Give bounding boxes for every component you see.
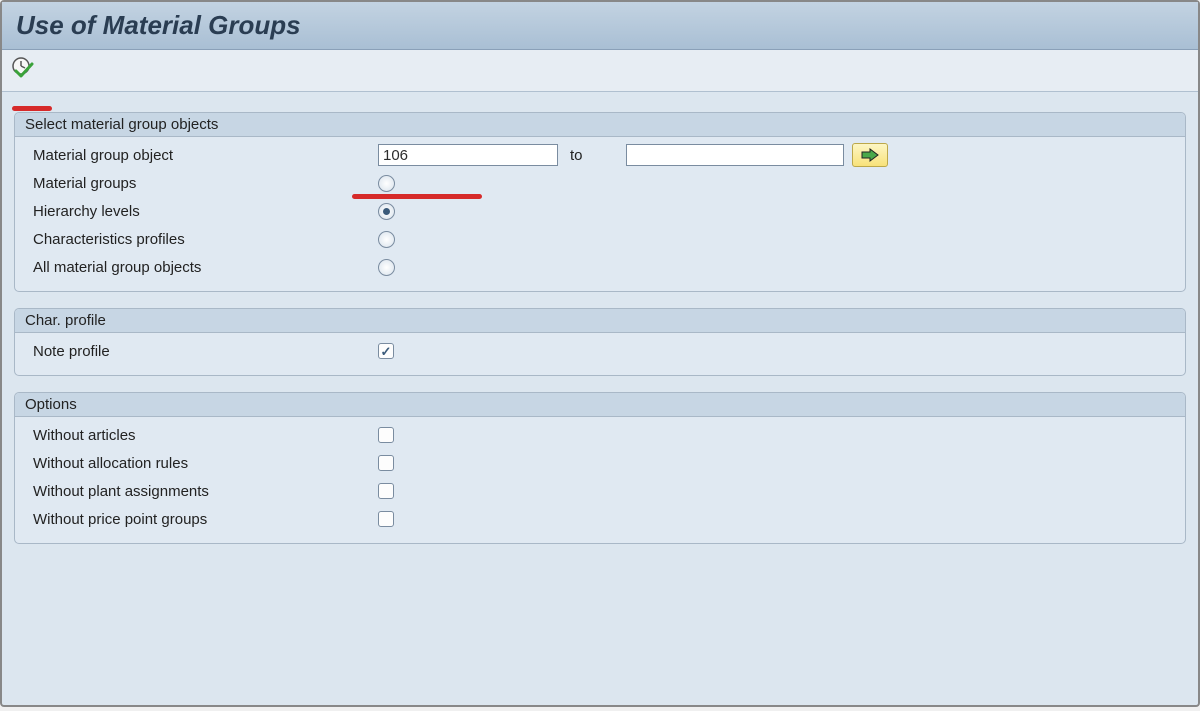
label: All material group objects — [33, 259, 378, 276]
annotation-underline — [352, 194, 482, 199]
page-title: Use of Material Groups — [16, 10, 1184, 41]
row-radio-char-profiles: Characteristics profiles — [33, 225, 1175, 253]
label: Material groups — [33, 175, 378, 192]
group-header: Select material group objects — [15, 113, 1185, 137]
material-group-to-input[interactable] — [626, 144, 844, 166]
toolbar — [2, 50, 1198, 92]
label: Material group object — [33, 147, 378, 164]
radio-all-objects[interactable] — [378, 259, 395, 276]
row-without-plant: Without plant assignments — [33, 477, 1175, 505]
without-price-checkbox[interactable] — [378, 511, 394, 527]
without-plant-checkbox[interactable] — [378, 483, 394, 499]
row-radio-hierarchy-levels: Hierarchy levels — [33, 197, 1175, 225]
row-without-price: Without price point groups — [33, 505, 1175, 533]
group-header: Char. profile — [15, 309, 1185, 333]
label: Without allocation rules — [33, 455, 378, 472]
row-material-group-object: Material group object to — [33, 141, 1175, 169]
group-header: Options — [15, 393, 1185, 417]
content-area: Select material group objects Material g… — [2, 92, 1198, 544]
row-without-articles: Without articles — [33, 421, 1175, 449]
radio-char-profiles[interactable] — [378, 231, 395, 248]
label: Characteristics profiles — [33, 231, 378, 248]
without-articles-checkbox[interactable] — [378, 427, 394, 443]
label: Without articles — [33, 427, 378, 444]
row-radio-material-groups: Material groups — [33, 169, 1175, 197]
label: Without plant assignments — [33, 483, 378, 500]
title-bar: Use of Material Groups — [2, 2, 1198, 50]
note-profile-checkbox[interactable] — [378, 343, 394, 359]
execute-button[interactable] — [10, 56, 34, 80]
annotation-underline — [12, 106, 52, 111]
radio-hierarchy-levels[interactable] — [378, 203, 395, 220]
clock-check-icon — [10, 56, 34, 80]
to-label: to — [562, 147, 622, 164]
arrow-right-icon — [861, 148, 879, 162]
row-radio-all-objects: All material group objects — [33, 253, 1175, 281]
group-char-profile: Char. profile Note profile — [14, 308, 1186, 376]
group-options: Options Without articles Without allocat… — [14, 392, 1186, 544]
multiple-selection-button[interactable] — [852, 143, 888, 167]
row-without-alloc: Without allocation rules — [33, 449, 1175, 477]
label: Without price point groups — [33, 511, 378, 528]
radio-material-groups[interactable] — [378, 175, 395, 192]
group-select-objects: Select material group objects Material g… — [14, 112, 1186, 292]
material-group-from-input[interactable] — [378, 144, 558, 166]
row-note-profile: Note profile — [33, 337, 1175, 365]
label: Note profile — [33, 343, 378, 360]
label: Hierarchy levels — [33, 203, 378, 220]
window: Use of Material Groups Select material g… — [0, 0, 1200, 707]
without-alloc-checkbox[interactable] — [378, 455, 394, 471]
